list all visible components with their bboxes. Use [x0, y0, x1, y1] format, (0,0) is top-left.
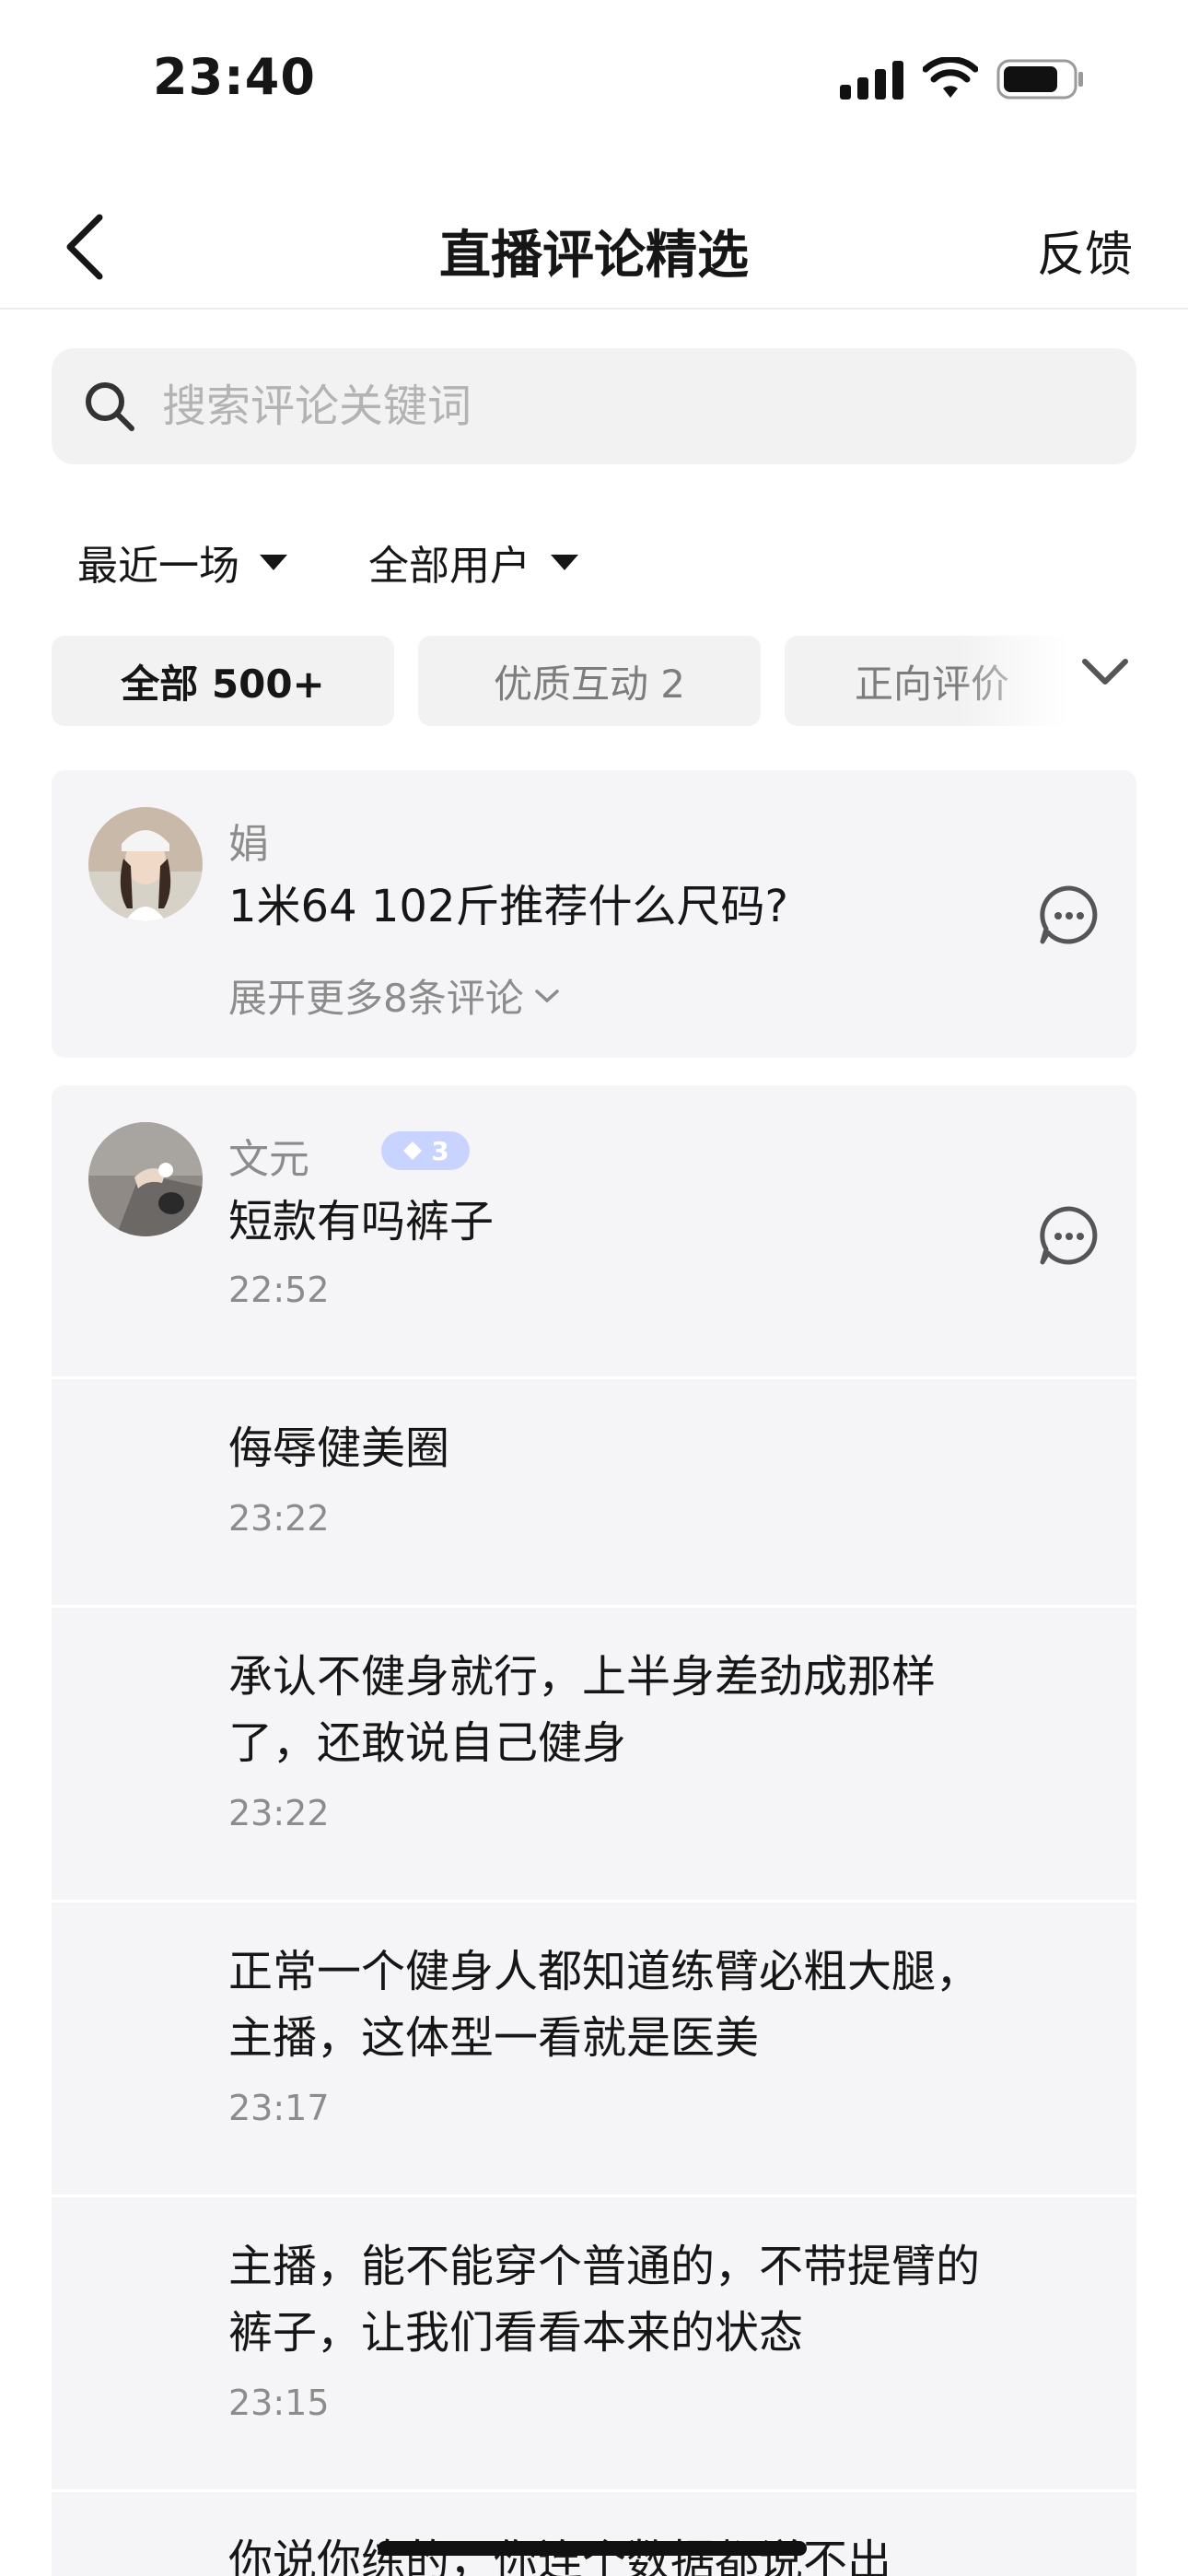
tab-all[interactable]: 全部 500+ [52, 636, 394, 726]
comment-username[interactable]: 文元 [228, 1126, 309, 1185]
battery-icon [996, 59, 1083, 100]
status-time: 23:40 [153, 48, 316, 106]
recent-session-filter-label: 最近一场 [77, 543, 239, 590]
home-indicator[interactable] [378, 2541, 807, 2556]
reply-bubble-icon[interactable] [1037, 1203, 1101, 1268]
reply-text: 侮辱健美圈 [228, 1423, 450, 1474]
recent-session-filter[interactable]: 最近一场 [77, 533, 287, 591]
reply-divider [52, 2195, 1136, 2197]
tab-quality-interaction[interactable]: 优质互动 2 [418, 636, 761, 726]
user-avatar-image [88, 807, 203, 921]
avatar[interactable] [88, 807, 203, 921]
reply-divider [52, 1376, 1136, 1379]
comments-page: 23:40 直播评论精选 反馈 搜索评论关键词 最近一场 全部用户 全部 500… [0, 0, 1188, 2576]
status-bar: 23:40 [0, 0, 1188, 157]
comment-text: 1米64 102斤推荐什么尺码? [228, 881, 788, 932]
search-box[interactable] [52, 348, 1136, 464]
expand-more-replies-label: 展开更多8条评论 [228, 976, 524, 1021]
caret-down-icon [260, 554, 287, 570]
reply-time: 22:52 [228, 1270, 330, 1310]
cellular-signal-icon [840, 61, 903, 100]
reply-text: 主播，能不能穿个普通的，不带提臂的裤子，让我们看看本来的状态 [228, 2241, 981, 2359]
page-title: 直播评论精选 [439, 226, 749, 286]
wifi-icon [923, 57, 978, 98]
reply-text: 正常一个健身人都知道练臂必粗大腿，主播，这体型一看就是医美 [228, 1946, 981, 2064]
reply-bubble-icon[interactable] [1037, 883, 1101, 947]
comment-username[interactable]: 娟 [228, 811, 269, 870]
comment-card: 娟 1米64 102斤推荐什么尺码? 展开更多8条评论 [52, 770, 1136, 1058]
reply-time: 23:15 [228, 2383, 330, 2423]
diamond-icon [403, 1142, 423, 1160]
reply-time: 23:22 [228, 1793, 330, 1833]
reply-divider [52, 1900, 1136, 1903]
user-avatar-image [88, 1122, 203, 1236]
reply-divider [52, 2489, 1136, 2492]
chevron-down-icon [534, 989, 559, 1002]
reply-text: 承认不健身就行，上半身差劲成那样了，还敢说自己健身 [228, 1651, 937, 1769]
reply-time: 23:17 [228, 2088, 330, 2128]
caret-down-icon [551, 554, 578, 570]
search-input[interactable] [162, 374, 1083, 439]
nav-bar: 直播评论精选 反馈 [0, 184, 1188, 310]
fan-level-value: 3 [431, 1135, 449, 1166]
reply-divider [52, 1605, 1136, 1608]
avatar[interactable] [88, 1122, 203, 1236]
reply-time: 23:22 [228, 1498, 330, 1539]
fan-level-badge: 3 [381, 1131, 470, 1170]
expand-tabs-chevron-icon[interactable] [1076, 649, 1135, 697]
user-type-filter[interactable]: 全部用户 [368, 533, 578, 591]
comment-thread-card: 文元 3 短款有吗裤子 22:52 侮辱健美圈 23:22 承认不健身就行，上半… [52, 1085, 1136, 2576]
feedback-button[interactable]: 反馈 [1037, 216, 1133, 285]
reply-text: 短款有吗裤子 [228, 1196, 495, 1247]
search-icon [86, 382, 134, 431]
expand-more-replies-link[interactable]: 展开更多8条评论 [228, 967, 561, 1024]
user-type-filter-label: 全部用户 [368, 543, 530, 590]
